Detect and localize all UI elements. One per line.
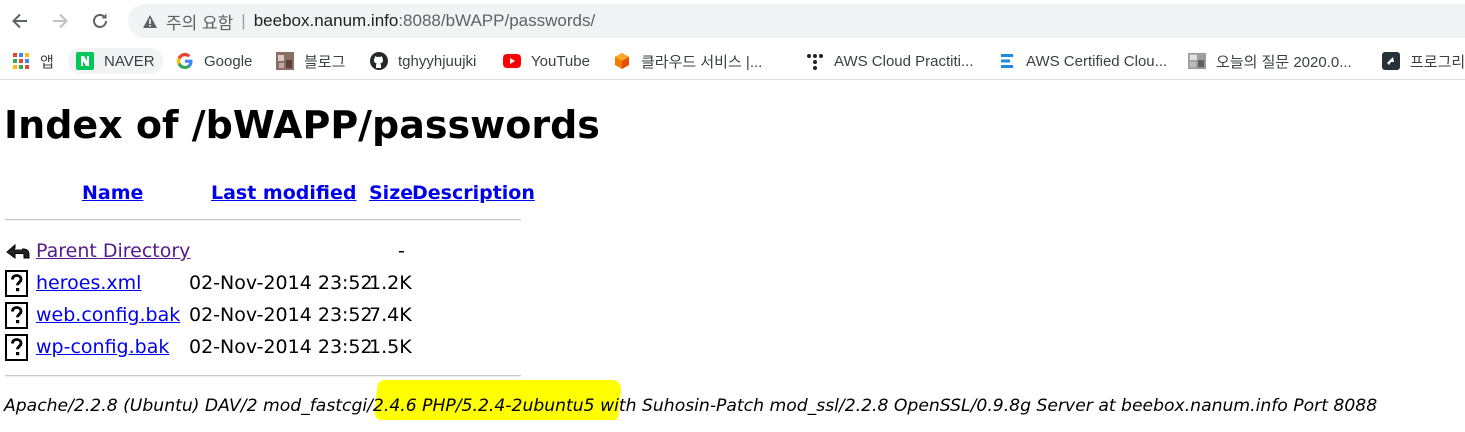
page-content: Index of /bWAPP/passwords Name Last modi… xyxy=(0,80,1465,432)
bookmark-daily-question[interactable]: 오늘의 질문 2020.0... xyxy=(1188,48,1352,74)
file-modified: 02-Nov-2014 23:52 xyxy=(189,272,373,294)
forward-button[interactable] xyxy=(46,7,74,35)
unknown-file-icon xyxy=(5,302,31,330)
bookmark-cloud-service[interactable]: 클라우드 서비스 |... xyxy=(613,48,762,74)
reload-icon xyxy=(93,13,107,28)
bookmark-label: AWS Certified Clou... xyxy=(1026,52,1168,70)
bookmark-programmers[interactable]: 프로그리 xyxy=(1382,48,1465,74)
file-size: 7.4K xyxy=(369,304,412,326)
sort-by-description-link[interactable]: Description xyxy=(412,182,535,204)
arrow-right-icon xyxy=(53,13,68,29)
parent-directory-link[interactable]: Parent Directory xyxy=(36,240,190,262)
google-icon xyxy=(176,52,194,70)
bookmark-label: 블로그 xyxy=(304,53,346,71)
file-link-wp-config-bak[interactable]: wp-config.bak xyxy=(36,336,169,358)
bookmark-apps[interactable]: 앱 xyxy=(12,48,54,74)
aws-bars-icon xyxy=(998,52,1016,70)
url-host: beebox.nanum.info xyxy=(253,11,399,30)
unknown-file-icon xyxy=(5,334,31,362)
bookmark-naver[interactable]: NAVER xyxy=(68,48,163,74)
bookmark-label: 오늘의 질문 2020.0... xyxy=(1216,53,1352,71)
address-bar[interactable]: 주의 요함 | beebox.nanum.info:8088/bWAPP/pas… xyxy=(128,4,1465,38)
list-item: web.config.bak 02-Nov-2014 23:52 7.4K xyxy=(5,302,505,332)
bookmark-blog[interactable]: 블로그 xyxy=(276,48,345,74)
list-item: Parent Directory - xyxy=(5,238,505,268)
arrow-left-icon xyxy=(12,13,27,29)
file-modified: 02-Nov-2014 23:52 xyxy=(189,304,373,326)
bookmark-label: tghyyhjuujki xyxy=(398,52,477,70)
file-size: 1.5K xyxy=(369,336,412,358)
bookmark-label: 앱 xyxy=(40,53,54,71)
file-size: - xyxy=(398,240,405,262)
sort-by-name-link[interactable]: Name xyxy=(82,182,143,204)
bookmark-label: YouTube xyxy=(531,52,590,70)
list-item: wp-config.bak 02-Nov-2014 23:52 1.5K xyxy=(5,334,505,364)
youtube-icon xyxy=(503,52,521,70)
bookmark-label: 프로그리 xyxy=(1410,53,1465,71)
bookmark-label: 클라우드 서비스 |... xyxy=(641,53,763,71)
blog-thumbnail-icon xyxy=(276,52,294,70)
bookmark-youtube[interactable]: YouTube xyxy=(503,48,590,74)
security-label[interactable]: 주의 요함 xyxy=(166,9,233,34)
back-folder-icon xyxy=(5,238,31,266)
bookmark-label: NAVER xyxy=(104,52,155,70)
warning-triangle-icon xyxy=(142,14,158,29)
aws-dots-icon xyxy=(806,52,824,70)
server-signature: Apache/2.2.8 (Ubuntu) DAV/2 mod_fastcgi/… xyxy=(4,396,1378,416)
file-link-heroes-xml[interactable]: heroes.xml xyxy=(36,272,141,294)
list-item: heroes.xml 02-Nov-2014 23:52 1.2K xyxy=(5,270,505,300)
sort-by-size-link[interactable]: Size xyxy=(369,182,413,204)
cloud-cube-icon xyxy=(613,52,631,70)
header-divider xyxy=(5,219,521,221)
bookmark-label: Google xyxy=(204,52,253,70)
file-link-web-config-bak[interactable]: web.config.bak xyxy=(36,304,180,326)
programmers-icon xyxy=(1382,52,1400,70)
bookmark-github[interactable]: tghyyhjuujki xyxy=(370,48,476,74)
bookmark-aws-cloud-practitioner[interactable]: AWS Cloud Practiti... xyxy=(806,48,973,74)
naver-icon xyxy=(76,52,94,70)
file-size: 1.2K xyxy=(369,272,412,294)
bookmarks-bar: 앱 NAVER Google 블로그 tghyyhjuujki YouTube … xyxy=(0,42,1465,80)
back-button[interactable] xyxy=(6,7,34,35)
sort-by-last-modified-link[interactable]: Last modified xyxy=(211,182,356,204)
question-thumbnail-icon xyxy=(1188,52,1206,70)
bookmark-google[interactable]: Google xyxy=(176,48,252,74)
bookmark-aws-certified[interactable]: AWS Certified Clou... xyxy=(998,48,1167,74)
file-modified: 02-Nov-2014 23:52 xyxy=(189,336,373,358)
bookmark-label: AWS Cloud Practiti... xyxy=(834,52,974,70)
browser-toolbar: 주의 요함 | beebox.nanum.info:8088/bWAPP/pas… xyxy=(0,0,1465,42)
reload-button[interactable] xyxy=(86,7,114,35)
footer-divider xyxy=(5,375,521,377)
url-path: :8088/bWAPP/passwords/ xyxy=(398,11,596,30)
github-icon xyxy=(370,52,388,70)
apps-grid-icon xyxy=(12,52,30,70)
unknown-file-icon xyxy=(5,270,31,298)
page-title: Index of /bWAPP/passwords xyxy=(4,103,600,147)
omnibox-separator: | xyxy=(241,11,246,30)
